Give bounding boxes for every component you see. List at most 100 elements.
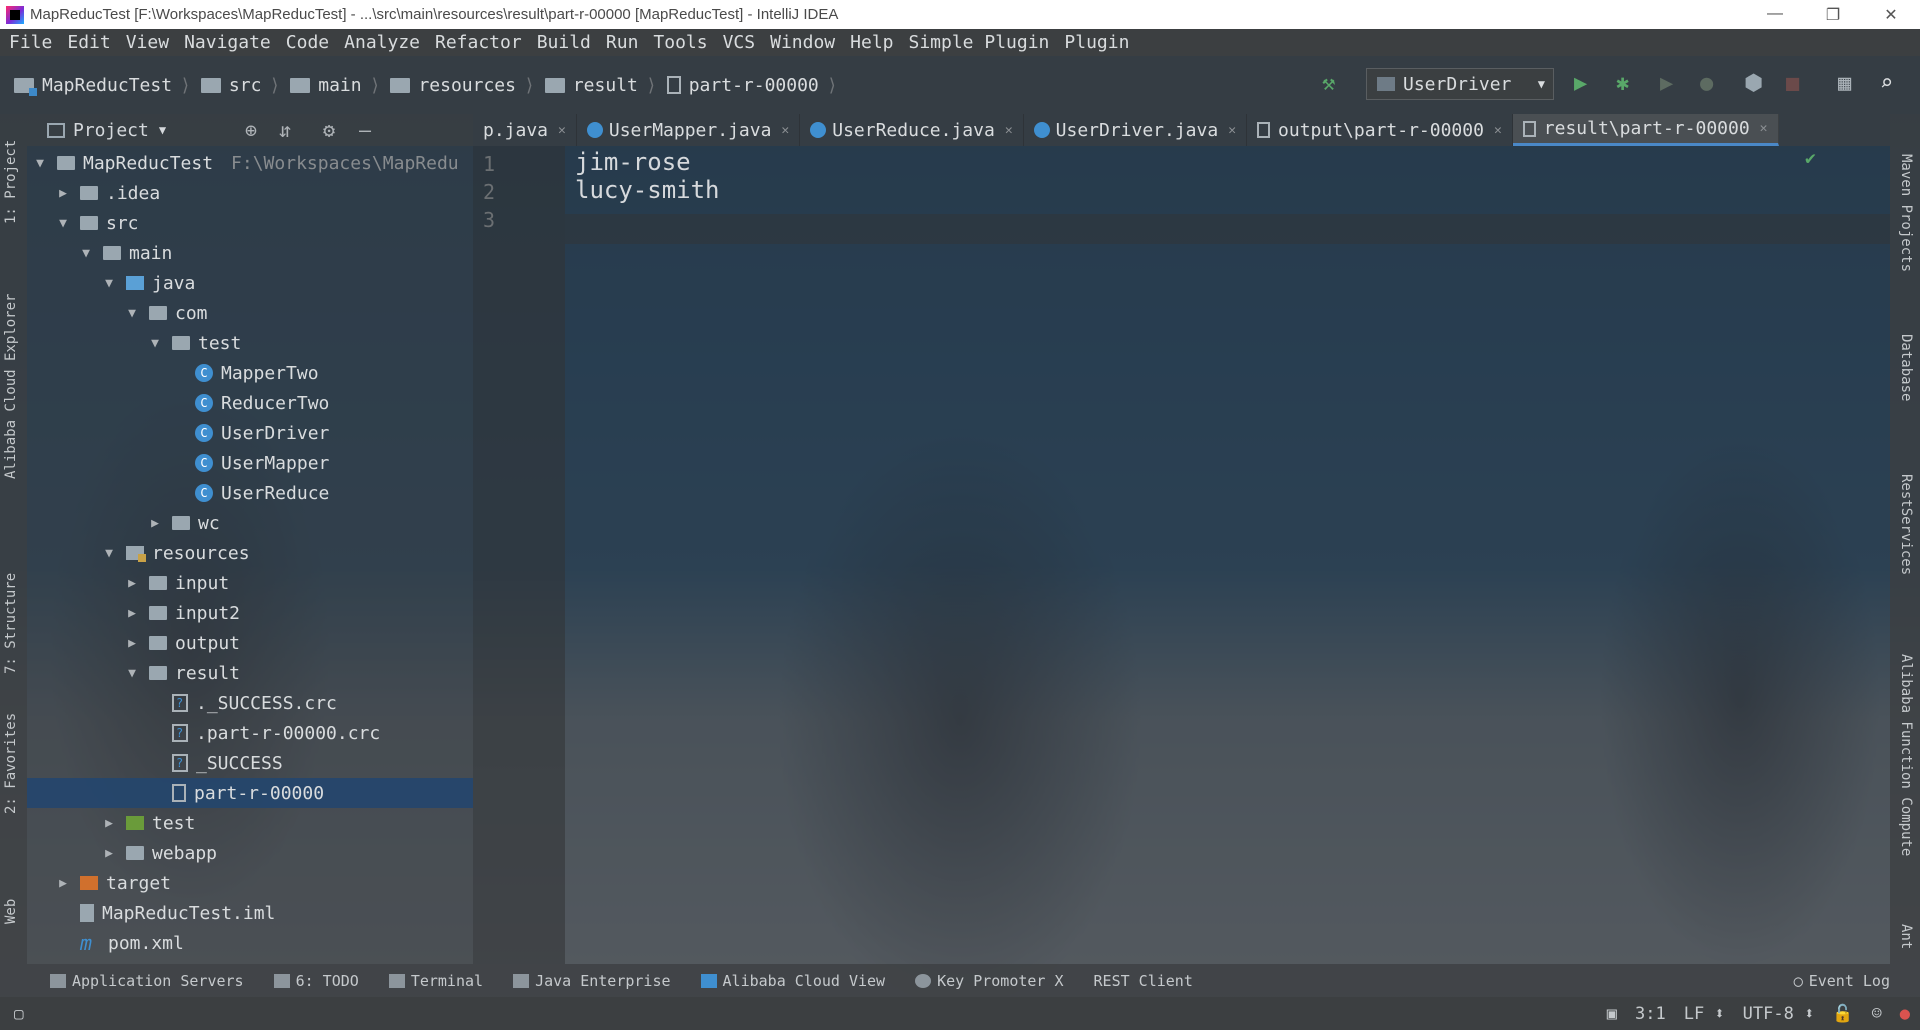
close-tab-icon[interactable]: ✕	[781, 123, 789, 138]
tool-tab-maven-projects[interactable]: Maven Projects	[1898, 154, 1914, 272]
tool-tab-web[interactable]: Web	[3, 899, 19, 924]
tree-item[interactable]: ▼ main	[27, 238, 473, 268]
breadcrumb-src[interactable]: src ⟩	[200, 75, 280, 96]
menu-simple-plugin[interactable]: Simple Plugin	[909, 32, 1050, 53]
tool-alibaba-cloud-view[interactable]: Alibaba Cloud View	[700, 972, 885, 990]
expanded-arrow-icon[interactable]: ▼	[79, 246, 93, 261]
tool-tab-structure[interactable]: 7: Structure	[3, 573, 19, 674]
tool-key-promoter-x[interactable]: Key Promoter X	[915, 972, 1064, 990]
close-tab-icon[interactable]: ✕	[1228, 123, 1236, 138]
menu-edit[interactable]: Edit	[67, 32, 110, 53]
tree-item[interactable]: ▼ test	[27, 328, 473, 358]
tree-item[interactable]: .part-r-00000.crc	[27, 718, 473, 748]
tree-item[interactable]: ▶ .idea	[27, 178, 473, 208]
restore-button[interactable]: ❐	[1804, 5, 1862, 25]
tree-item[interactable]: C UserMapper	[27, 448, 473, 478]
tree-item[interactable]: ._SUCCESS.crc	[27, 688, 473, 718]
tree-item[interactable]: ▼ java	[27, 268, 473, 298]
project-view-selector[interactable]: Project	[73, 120, 149, 141]
tool-terminal[interactable]: Terminal	[388, 972, 483, 990]
hide-panel-icon[interactable]: —	[359, 118, 371, 142]
tree-item[interactable]: ▶ output	[27, 628, 473, 658]
code-line[interactable]: jim-rose	[575, 148, 691, 176]
close-window-button[interactable]: ✕	[1862, 5, 1920, 25]
collapsed-arrow-icon[interactable]: ▶	[125, 636, 139, 651]
tree-item[interactable]: ▼ resources	[27, 538, 473, 568]
close-tab-icon[interactable]: ✕	[558, 123, 566, 138]
tree-item[interactable]: ▼ src	[27, 208, 473, 238]
project-structure-icon[interactable]: ▦	[1838, 70, 1851, 98]
minimize-button[interactable]: —	[1746, 5, 1804, 25]
expanded-arrow-icon[interactable]: ▼	[125, 306, 139, 321]
stop-icon[interactable]: ■	[1786, 70, 1799, 98]
expanded-arrow-icon[interactable]: ▼	[33, 156, 47, 171]
expanded-arrow-icon[interactable]: ▼	[148, 336, 162, 351]
search-icon[interactable]: ⌕	[1880, 70, 1893, 98]
code-editor[interactable]: jim-rose lucy-smith ✔	[565, 146, 1890, 964]
gear-icon[interactable]: ⚙	[323, 118, 335, 142]
tool-tab-rest-services[interactable]: RestServices	[1898, 474, 1914, 575]
collapsed-arrow-icon[interactable]: ▶	[56, 876, 70, 891]
debug-icon[interactable]: ✱	[1616, 70, 1629, 98]
lock-icon[interactable]: 🔓	[1832, 1004, 1853, 1024]
run-coverage-icon[interactable]: ▶	[1660, 70, 1673, 98]
error-indicator-icon[interactable]: ●	[1900, 1004, 1910, 1024]
tool-todo[interactable]: 6: TODO	[273, 972, 359, 990]
toggle-tool-windows-icon[interactable]: ▢	[14, 1004, 24, 1023]
tree-item[interactable]: ▼ result	[27, 658, 473, 688]
run-configuration-select[interactable]: UserDriver ▼	[1366, 68, 1554, 100]
tree-item[interactable]: C UserReduce	[27, 478, 473, 508]
editor-tab[interactable]: p.java ✕	[473, 114, 577, 146]
breadcrumb-project[interactable]: MapReducTest ⟩	[14, 75, 191, 96]
tree-item[interactable]: C ReducerTwo	[27, 388, 473, 418]
menu-file[interactable]: File	[9, 32, 52, 53]
inspector-icon[interactable]: ☺	[1872, 1004, 1882, 1024]
close-tab-icon[interactable]: ✕	[1760, 121, 1768, 136]
terminal-status-icon[interactable]: ▣	[1607, 1004, 1617, 1024]
tree-item[interactable]: ▶ webapp	[27, 838, 473, 868]
editor-tab[interactable]: UserMapper.java ✕	[577, 114, 801, 146]
tool-tab-database[interactable]: Database	[1898, 334, 1914, 401]
menu-tools[interactable]: Tools	[653, 32, 707, 53]
build-hammer-icon[interactable]: ⚒	[1322, 70, 1335, 98]
file-encoding[interactable]: UTF-8 ⬍	[1743, 1004, 1815, 1024]
tool-java-enterprise[interactable]: Java Enterprise	[513, 972, 671, 990]
tree-item[interactable]: C MapperTwo	[27, 358, 473, 388]
menu-help[interactable]: Help	[850, 32, 893, 53]
tree-item[interactable]: _SUCCESS	[27, 748, 473, 778]
menu-analyze[interactable]: Analyze	[344, 32, 420, 53]
tree-item[interactable]: part-r-00000	[27, 778, 473, 808]
scroll-from-source-icon[interactable]: ⊕	[245, 118, 257, 142]
attach-debugger-icon[interactable]: ⬢	[1744, 70, 1763, 98]
tree-item[interactable]: ▶ test	[27, 808, 473, 838]
collapse-all-icon[interactable]: ⇵	[279, 118, 291, 142]
tree-item[interactable]: m pom.xml	[27, 928, 473, 958]
tree-item[interactable]: MapReducTest.iml	[27, 898, 473, 928]
run-icon[interactable]: ▶	[1574, 70, 1587, 98]
profile-icon[interactable]: ●	[1700, 70, 1713, 98]
breadcrumb-main[interactable]: main ⟩	[290, 75, 380, 96]
collapsed-arrow-icon[interactable]: ▶	[102, 816, 116, 831]
tree-item[interactable]: ▶ input2	[27, 598, 473, 628]
menu-run[interactable]: Run	[606, 32, 639, 53]
chevron-down-icon[interactable]: ▼	[159, 123, 166, 137]
breadcrumb-result[interactable]: result ⟩	[544, 75, 657, 96]
line-separator[interactable]: LF ⬍	[1684, 1004, 1725, 1024]
tool-rest-client[interactable]: REST Client	[1094, 972, 1193, 990]
expanded-arrow-icon[interactable]: ▼	[102, 276, 116, 291]
menu-window[interactable]: Window	[770, 32, 835, 53]
collapsed-arrow-icon[interactable]: ▶	[148, 516, 162, 531]
code-line[interactable]: lucy-smith	[575, 176, 720, 204]
breadcrumb-file[interactable]: part-r-00000 ⟩	[666, 75, 838, 96]
tree-item[interactable]: ▼ MapReducTest F:\Workspaces\MapRedu	[27, 148, 473, 178]
menu-build[interactable]: Build	[537, 32, 591, 53]
tool-application-servers[interactable]: Application Servers	[50, 972, 244, 990]
tree-item[interactable]: C UserDriver	[27, 418, 473, 448]
close-tab-icon[interactable]: ✕	[1494, 123, 1502, 138]
editor-tab[interactable]: result\part-r-00000 ✕	[1512, 114, 1779, 146]
caret-position[interactable]: 3:1	[1635, 1004, 1666, 1024]
tool-tab-ant[interactable]: Ant	[1898, 924, 1914, 949]
expanded-arrow-icon[interactable]: ▼	[125, 666, 139, 681]
menu-vcs[interactable]: VCS	[723, 32, 756, 53]
menu-navigate[interactable]: Navigate	[184, 32, 271, 53]
